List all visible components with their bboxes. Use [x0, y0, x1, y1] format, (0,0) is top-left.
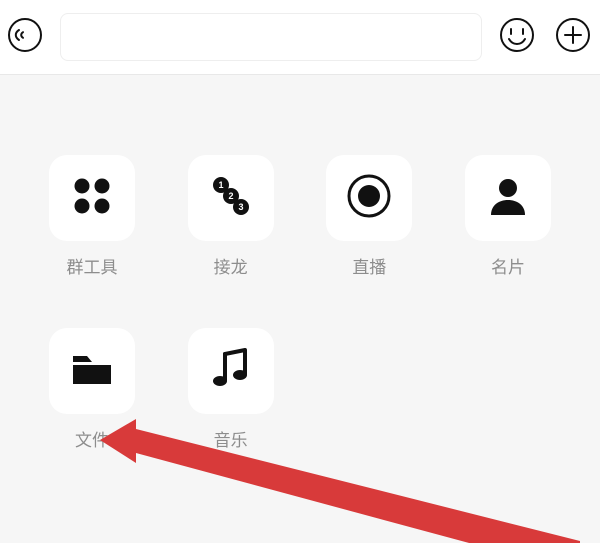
message-input[interactable] — [60, 13, 482, 61]
plus-icon — [555, 17, 591, 58]
group-tools-item[interactable]: 群工具 — [40, 155, 144, 278]
sound-wave-icon — [7, 17, 43, 58]
chain-label: 接龙 — [214, 253, 248, 278]
dots-grid-icon — [67, 171, 117, 226]
files-tile — [49, 328, 135, 414]
person-icon — [483, 171, 533, 226]
emoji-button[interactable] — [496, 16, 538, 58]
record-icon — [344, 171, 394, 226]
live-item[interactable]: 直播 — [317, 155, 421, 278]
files-item[interactable]: 文件 — [40, 328, 144, 451]
music-icon — [206, 344, 256, 399]
plus-button[interactable] — [552, 16, 594, 58]
music-item[interactable]: 音乐 — [179, 328, 283, 451]
chain-item[interactable]: 123 接龙 — [179, 155, 283, 278]
folder-icon — [67, 344, 117, 399]
svg-text:1: 1 — [218, 180, 223, 190]
screen-root: 群工具 123 接龙 — [0, 0, 600, 543]
attachment-panel: 群工具 123 接龙 — [0, 75, 600, 543]
group-tools-tile — [49, 155, 135, 241]
chain-tile: 123 — [188, 155, 274, 241]
voice-button[interactable] — [4, 16, 46, 58]
contact-card-tile — [465, 155, 551, 241]
music-label: 音乐 — [214, 426, 248, 451]
group-tools-label: 群工具 — [67, 253, 118, 278]
contact-card-item[interactable]: 名片 — [456, 155, 560, 278]
svg-text:3: 3 — [238, 202, 243, 212]
files-label: 文件 — [75, 426, 109, 451]
smile-icon — [499, 17, 535, 58]
live-label: 直播 — [352, 253, 386, 278]
numbered-chain-icon: 123 — [206, 171, 256, 226]
contact-card-label: 名片 — [491, 253, 525, 278]
input-bar — [0, 0, 600, 75]
live-tile — [326, 155, 412, 241]
music-tile — [188, 328, 274, 414]
svg-text:2: 2 — [228, 191, 233, 201]
attachment-grid: 群工具 123 接龙 — [40, 155, 560, 451]
